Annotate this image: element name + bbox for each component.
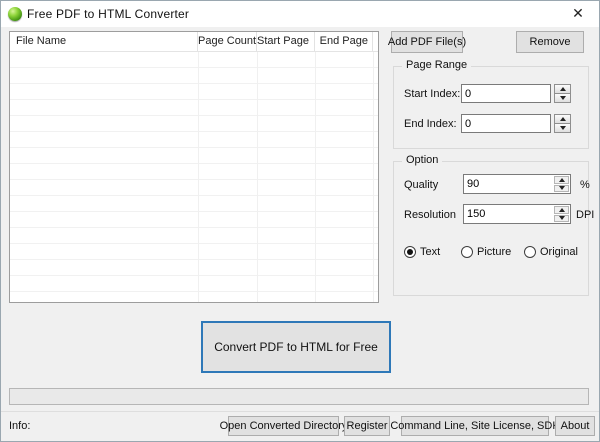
column-header-start-page[interactable]: Start Page: [257, 32, 315, 51]
add-pdf-button[interactable]: Add PDF File(s): [391, 31, 463, 53]
column-header-page-count[interactable]: Page Count: [198, 32, 257, 51]
column-header-end-page[interactable]: End Page: [315, 32, 373, 51]
file-list-header: File Name Page Count Start Page End Page: [10, 32, 378, 52]
app-icon: [8, 7, 22, 21]
file-list[interactable]: File Name Page Count Start Page End Page: [9, 31, 379, 303]
column-divider: [257, 52, 258, 302]
arrow-down-icon: [560, 126, 566, 130]
radio-original[interactable]: Original: [524, 246, 578, 258]
column-divider: [315, 52, 316, 302]
spin-down-button[interactable]: [554, 123, 571, 133]
arrow-up-icon: [559, 208, 565, 212]
radio-button-icon: [524, 246, 536, 258]
start-index-input[interactable]: [461, 84, 551, 103]
arrow-down-icon: [560, 96, 566, 100]
option-group-title: Option: [402, 154, 442, 166]
quality-input[interactable]: [464, 175, 552, 193]
remove-button[interactable]: Remove: [516, 31, 584, 53]
end-index-spinner: [554, 114, 571, 133]
column-divider: [198, 52, 199, 302]
spin-up-button[interactable]: [554, 176, 569, 184]
quality-spinedit: [463, 174, 571, 194]
resolution-label: Resolution: [404, 209, 456, 221]
radio-picture-label: Picture: [477, 246, 511, 258]
progress-bar: [9, 388, 589, 405]
quality-label: Quality: [404, 179, 438, 191]
spin-down-button[interactable]: [554, 185, 569, 193]
resolution-spinedit: [463, 204, 571, 224]
arrow-down-icon: [559, 216, 565, 220]
radio-button-icon: [461, 246, 473, 258]
resolution-unit-label: DPI: [576, 209, 594, 221]
page-range-group-title: Page Range: [402, 59, 471, 71]
status-bar: Info: Open Converted Directory Register …: [1, 411, 599, 442]
page-range-group: Page Range: [393, 66, 589, 149]
register-button[interactable]: Register: [344, 416, 390, 436]
arrow-up-icon: [560, 87, 566, 91]
end-index-label: End Index:: [404, 118, 457, 130]
file-list-body[interactable]: [10, 52, 378, 302]
radio-picture[interactable]: Picture: [461, 246, 511, 258]
radio-text[interactable]: Text: [404, 246, 440, 258]
quality-spinner: [554, 176, 569, 192]
convert-button[interactable]: Convert PDF to HTML for Free: [201, 321, 391, 373]
command-line-site-license-sdk-button[interactable]: Command Line, Site License, SDK: [401, 416, 549, 436]
arrow-up-icon: [560, 117, 566, 121]
about-button[interactable]: About: [555, 416, 595, 436]
spin-down-button[interactable]: [554, 93, 571, 103]
spin-down-button[interactable]: [554, 215, 569, 223]
open-converted-directory-button[interactable]: Open Converted Directory: [228, 416, 339, 436]
quality-unit-label: %: [580, 179, 590, 191]
radio-text-label: Text: [420, 246, 440, 258]
arrow-up-icon: [559, 178, 565, 182]
start-index-spinner: [554, 84, 571, 103]
radio-button-icon: [404, 246, 416, 258]
start-index-label: Start Index:: [404, 88, 460, 100]
resolution-spinner: [554, 206, 569, 222]
column-header-file-name[interactable]: File Name: [10, 32, 198, 51]
app-window: Free PDF to HTML Converter ✕ File Name P…: [0, 0, 600, 442]
arrow-down-icon: [559, 186, 565, 190]
close-icon[interactable]: ✕: [563, 1, 593, 25]
info-label: Info:: [9, 420, 30, 432]
resolution-input[interactable]: [464, 205, 552, 223]
title-bar: Free PDF to HTML Converter ✕: [1, 1, 599, 27]
end-index-input[interactable]: [461, 114, 551, 133]
column-divider: [373, 52, 374, 302]
radio-original-label: Original: [540, 246, 578, 258]
window-title: Free PDF to HTML Converter: [27, 7, 189, 21]
spin-up-button[interactable]: [554, 206, 569, 214]
